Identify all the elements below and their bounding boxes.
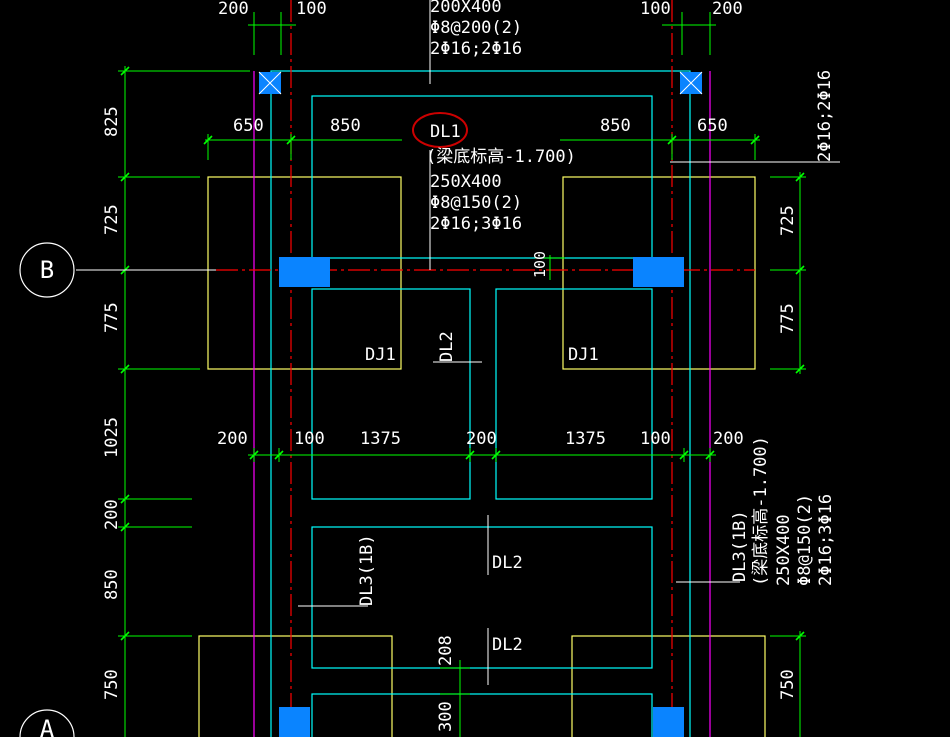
column-a-right [653, 707, 684, 737]
dim-inner-208: 208 [436, 635, 456, 666]
dim-left-750: 750 [102, 669, 122, 700]
top-beam-rebar: 2Φ16;2Φ16 [430, 39, 522, 59]
dim-left-1025: 1025 [102, 417, 122, 458]
label-dl2-mid: DL2 [492, 553, 523, 573]
top-beam-stirrup: Φ8@200(2) [430, 18, 522, 38]
dim-left-200: 200 [102, 499, 122, 530]
dim-inner-100: 100 [531, 251, 549, 278]
right-top-rebar-note: 2Φ16;2Φ16 [815, 70, 835, 162]
dl1-stirrup: Φ8@150(2) [430, 193, 522, 213]
column-b-left [279, 257, 330, 287]
dim-right-750: 750 [778, 669, 798, 700]
dim-row2-1375-c: 1375 [360, 429, 401, 449]
dim-right-775: 775 [778, 303, 798, 334]
dim-left-775: 775 [102, 302, 122, 333]
dl3-note-stirrup: Φ8@150(2) [795, 494, 815, 586]
dim-top-100-left: 100 [296, 0, 327, 19]
dl3-note-elevation: (梁底标高-1.700) [751, 436, 771, 586]
dim-650-right: 650 [697, 116, 728, 136]
dim-row2-100-f: 100 [640, 429, 671, 449]
dim-inner-300: 300 [436, 701, 456, 732]
dim-left-825: 825 [102, 106, 122, 137]
label-dl2-upper: DL2 [437, 331, 457, 362]
cad-drawing-canvas[interactable]: B A 200 100 100 200 200X400 Φ8@200(2) 2Φ… [0, 0, 950, 737]
dim-top-200-left: 200 [218, 0, 249, 19]
dim-row2-200-g: 200 [713, 429, 744, 449]
dim-row2-1375-e: 1375 [565, 429, 606, 449]
column-a-left [279, 707, 310, 737]
dim-row2-200-a: 200 [217, 429, 248, 449]
label-dl2-lower: DL2 [492, 635, 523, 655]
dim-850-right: 850 [600, 116, 631, 136]
label-dj1-left: DJ1 [365, 345, 396, 365]
dl3-note-name: DL3(1B) [730, 510, 750, 582]
axis-b-label: B [40, 256, 54, 284]
dim-row2-200-d: 200 [466, 429, 497, 449]
dl3-note-size: 250X400 [774, 514, 794, 586]
axis-a-label: A [40, 715, 55, 737]
column-b-right [633, 257, 684, 287]
dim-row2-100-b: 100 [294, 429, 325, 449]
label-dl3-left: DL3(1B) [357, 534, 377, 606]
dim-left-850: 850 [102, 569, 122, 600]
dl1-elevation: (梁底标高-1.700) [426, 147, 576, 167]
dl1-rebar: 2Φ16;3Φ16 [430, 214, 522, 234]
top-beam-size: 200X400 [430, 0, 502, 17]
dim-top-200-right: 200 [712, 0, 743, 19]
dim-right-725: 725 [778, 205, 798, 236]
dl1-size: 250X400 [430, 172, 502, 192]
label-dj1-right: DJ1 [568, 345, 599, 365]
dim-850-left: 850 [330, 116, 361, 136]
dl3-note-rebar: 2Φ16;3Φ16 [816, 494, 836, 586]
dim-top-100-right: 100 [640, 0, 671, 19]
dim-650-left: 650 [233, 116, 264, 136]
dim-left-725: 725 [102, 204, 122, 235]
dl1-name: DL1 [430, 122, 461, 142]
